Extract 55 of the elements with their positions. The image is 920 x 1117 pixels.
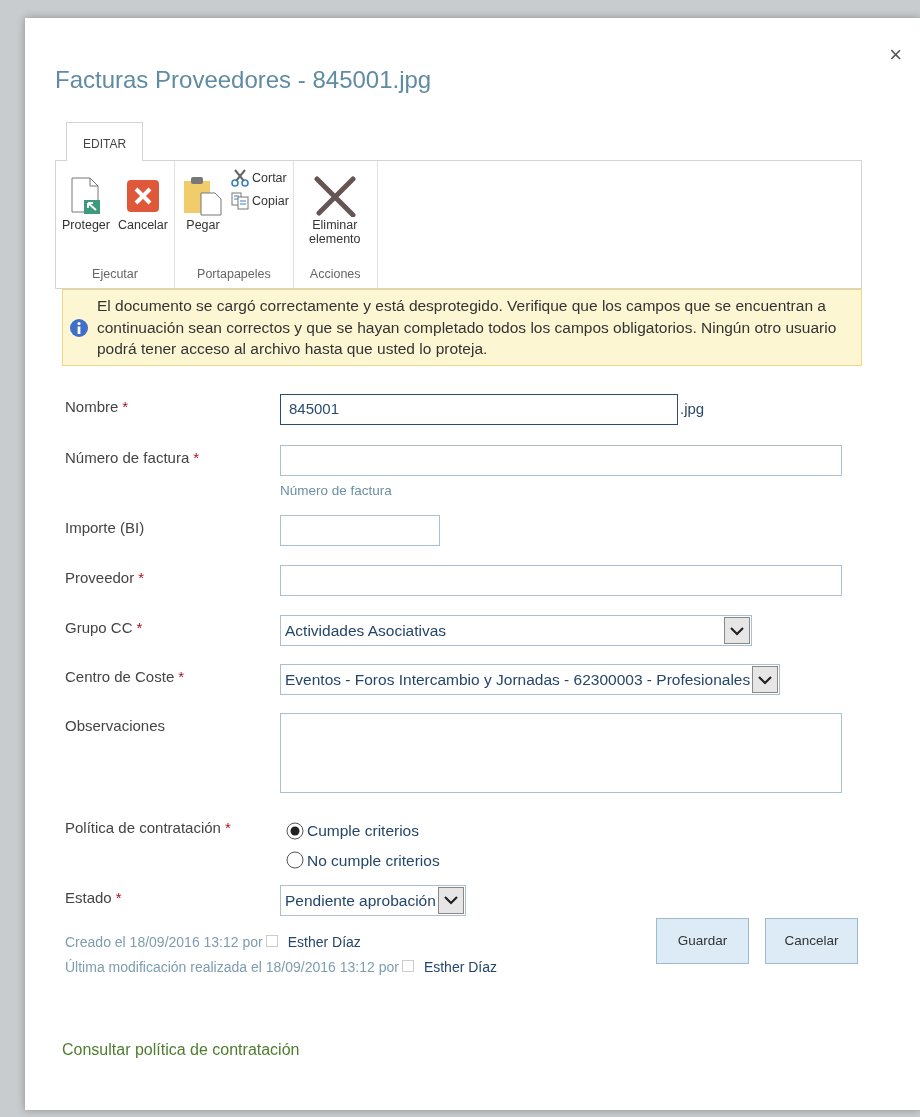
ribbon-tab[interactable]: EDITAR (66, 122, 144, 161)
timestamp-text: Creado el 18/09/2016 13:12 por (65, 933, 263, 950)
dropdown[interactable]: Eventos - Foros Intercambio y Jornadas - 62300003 - Profesionales (280, 664, 781, 696)
required-mark: * (115, 888, 122, 906)
field-label: Importe (BI) (65, 519, 145, 537)
required-mark: * (224, 819, 231, 837)
ribbon-button[interactable]: Pegar (179, 169, 227, 266)
user-link[interactable]: Esther Díaz (287, 933, 361, 950)
required-mark: * (178, 668, 185, 686)
input-field[interactable] (280, 565, 842, 597)
scissors-icon (231, 169, 249, 188)
dropdown[interactable]: Actividades Asociativas (280, 615, 752, 647)
ribbon-button[interactable]: Copiar (231, 191, 289, 211)
user-link[interactable]: Esther Díaz (423, 958, 497, 975)
text-area[interactable] (280, 713, 842, 794)
copy-icon (231, 192, 249, 211)
message-text: El documento se cargó correctamente y está desprotegido. Verifique que los campos que se encuentran a continuación sean correctos y que se hayan completado todos los campos obligatorios. Ningún otro usuario podrá tener acceso al archivo hasta que usted lo proteja. (97, 296, 838, 360)
ribbon-button[interactable]: Proteger (60, 169, 112, 266)
form-button[interactable]: Cancelar (765, 917, 858, 964)
user-photo-icon (401, 959, 414, 972)
field-label: Política de contratación (65, 819, 221, 837)
dropdown[interactable]: Pendiente aprobación (280, 884, 466, 916)
close-button[interactable]: × (885, 38, 906, 71)
clipboard-icon (181, 175, 225, 217)
policy-link[interactable]: Consultar política de contratación (62, 1037, 300, 1062)
group-label: Acciones (308, 266, 362, 284)
field-label: Estado (65, 888, 112, 906)
group-label: Ejecutar (91, 266, 139, 284)
dialog-title: Facturas Proveedores - 845001.jpg (55, 65, 432, 95)
field-hint: Número de factura (280, 482, 393, 501)
ribbon-button[interactable]: Eliminar elemento (297, 169, 372, 266)
field-label: Centro de Coste (65, 668, 175, 686)
required-mark: * (136, 619, 143, 637)
field-label: Número de factura (65, 449, 190, 467)
user-photo-icon (265, 934, 278, 947)
required-mark: * (193, 449, 200, 467)
timestamp-text: Última modificación realizada el 18/09/2016 13:12 por (65, 958, 399, 975)
group-label: Portapapeles (196, 266, 272, 284)
field-label: Observaciones (65, 717, 166, 735)
delete-icon (312, 175, 357, 217)
ribbon-button[interactable]: Cortar (231, 169, 289, 188)
file-extension: .jpg (680, 399, 705, 420)
radio-option[interactable]: Cumple criterios (286, 819, 419, 843)
input-field[interactable] (280, 445, 842, 477)
field-label: Nombre (65, 398, 119, 416)
field-label: Grupo CC (65, 619, 133, 637)
input-field[interactable] (280, 515, 440, 547)
info-icon (69, 317, 89, 338)
form-button[interactable]: Guardar (656, 917, 749, 964)
required-mark: * (138, 569, 145, 587)
input-field[interactable]: 845001 (280, 394, 678, 426)
ribbon-button[interactable]: Cancelar (115, 169, 170, 266)
required-mark: * (122, 398, 129, 416)
field-label: Proveedor (65, 569, 135, 587)
radio-option[interactable]: No cumple criterios (286, 848, 440, 872)
